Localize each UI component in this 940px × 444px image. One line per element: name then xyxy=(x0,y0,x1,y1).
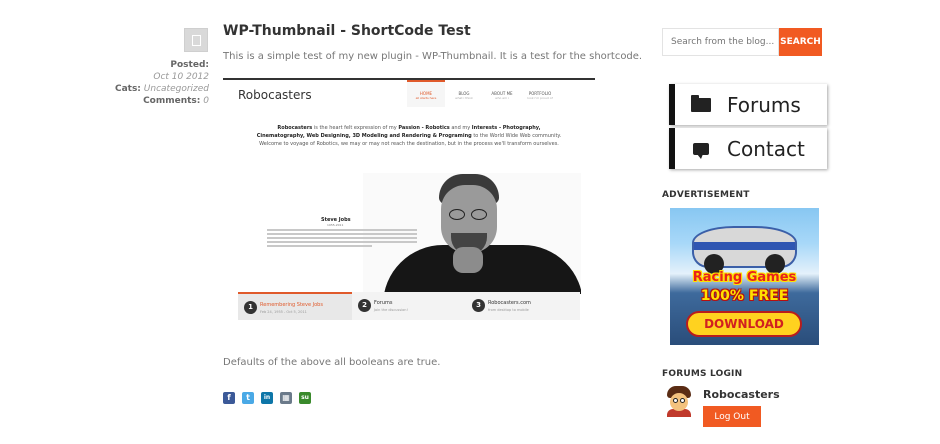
tab-title: Forums xyxy=(374,300,393,306)
cats-label: Cats: xyxy=(114,84,141,94)
search-input[interactable] xyxy=(662,28,779,56)
logout-button[interactable]: Log Out xyxy=(703,406,761,427)
forums-login-heading: FORUMS LOGIN xyxy=(662,369,743,379)
thumbnail-tab[interactable]: 2 Forums Join the discussion! xyxy=(352,292,466,320)
comments-label: Comments: xyxy=(143,96,201,106)
facebook-icon[interactable]: f xyxy=(223,392,235,404)
ad-banner[interactable]: Racing Games 100% FREE DOWNLOAD xyxy=(670,208,819,345)
folder-icon xyxy=(691,94,711,112)
para-bold-1: Robocasters xyxy=(277,125,313,131)
stumbleupon-icon[interactable]: su xyxy=(299,392,311,404)
tab-number: 1 xyxy=(244,301,257,314)
forums-button-label: Forums xyxy=(727,92,801,117)
post-intro: This is a simple test of my new plugin -… xyxy=(223,51,643,62)
para-text-1: is the heart felt expression of my xyxy=(312,125,399,131)
twitter-icon[interactable]: t xyxy=(242,392,254,404)
forums-button[interactable]: Forums xyxy=(669,84,827,125)
thumbnail-screenshot: Robocasters HOME all starts here BLOG what … xyxy=(223,78,595,325)
meta-date: Oct 10 2012 xyxy=(153,71,209,83)
nav-item-subtitle: who am i xyxy=(495,96,509,100)
thumbnail-paragraph: Robocasters is the heart felt expression… xyxy=(253,124,565,148)
thumbnail-nav-item[interactable]: PORTFOLIO look i'm proud of xyxy=(521,80,559,107)
category-link[interactable]: Uncategorized xyxy=(144,84,209,94)
ad-line-2: 100% FREE xyxy=(700,288,789,304)
para-bold-2: Passion - Robotics xyxy=(398,125,450,131)
ad-download-button[interactable]: DOWNLOAD xyxy=(686,311,802,337)
tab-title: Robocasters.com xyxy=(488,300,531,306)
thumbnail-nav-item[interactable]: ABOUT ME who am i xyxy=(483,80,521,107)
posted-label: Posted: xyxy=(170,60,209,70)
share-icons: f t in ▦ su xyxy=(223,392,311,404)
search-button[interactable]: SEARCH xyxy=(779,28,822,56)
linkedin-icon[interactable]: in xyxy=(261,392,273,404)
para-text-2: and my xyxy=(449,125,472,131)
tab-subtitle: from desktop to mobile xyxy=(488,308,529,312)
avatar xyxy=(663,385,695,417)
meta-cats: Cats: Uncategorized xyxy=(115,83,209,95)
post-date: Oct 10 2012 xyxy=(153,72,209,82)
post-title[interactable]: WP-Thumbnail - ShortCode Test xyxy=(223,23,471,39)
comment-icon xyxy=(693,142,709,159)
tab-title: Remembering Steve Jobs xyxy=(260,302,323,308)
meta-posted-label: Posted: xyxy=(170,59,209,71)
tab-number: 2 xyxy=(358,299,371,312)
contact-button[interactable]: Contact xyxy=(669,128,827,169)
thumbnail-brand: Robocasters xyxy=(238,88,312,102)
thumbnail-nav: HOME all starts here BLOG what i think ABOUT… xyxy=(407,80,559,107)
nav-item-subtitle: what i think xyxy=(455,96,473,100)
thumbnail-nav-item[interactable]: BLOG what i think xyxy=(445,80,483,107)
tab-subtitle: Feb 24, 1955 - Oct 5, 2011 xyxy=(260,310,307,314)
advertisement-heading: ADVERTISEMENT xyxy=(662,190,750,200)
quote-years: 1955-2011 xyxy=(327,223,344,227)
username[interactable]: Robocasters xyxy=(703,388,780,401)
nav-item-subtitle: all starts here xyxy=(415,96,437,100)
tab-subtitle: Join the discussion! xyxy=(374,308,408,312)
nav-item-subtitle: look i'm proud of xyxy=(527,96,553,100)
delicious-icon[interactable]: ▦ xyxy=(280,392,292,404)
tab-number: 3 xyxy=(472,299,485,312)
comments-count-link[interactable]: 0 xyxy=(203,96,209,106)
thumbnail-nav-item[interactable]: HOME all starts here xyxy=(407,80,445,107)
post-footer-text: Defaults of the above all booleans are t… xyxy=(223,357,441,368)
post-thumbnail-placeholder xyxy=(184,28,208,52)
thumbnail-tab[interactable]: 3 Robocasters.com from desktop to mobile xyxy=(466,292,580,320)
contact-button-label: Contact xyxy=(727,136,805,161)
ad-line-1: Racing Games xyxy=(692,270,797,285)
thumbnail-tab[interactable]: 1 Remembering Steve Jobs Feb 24, 1955 - Oc… xyxy=(238,292,352,320)
quote-text-lines xyxy=(267,229,417,249)
meta-comments: Comments: 0 xyxy=(143,95,209,107)
thumbnail-tabs: 1 Remembering Steve Jobs Feb 24, 1955 - Oc… xyxy=(238,292,580,320)
